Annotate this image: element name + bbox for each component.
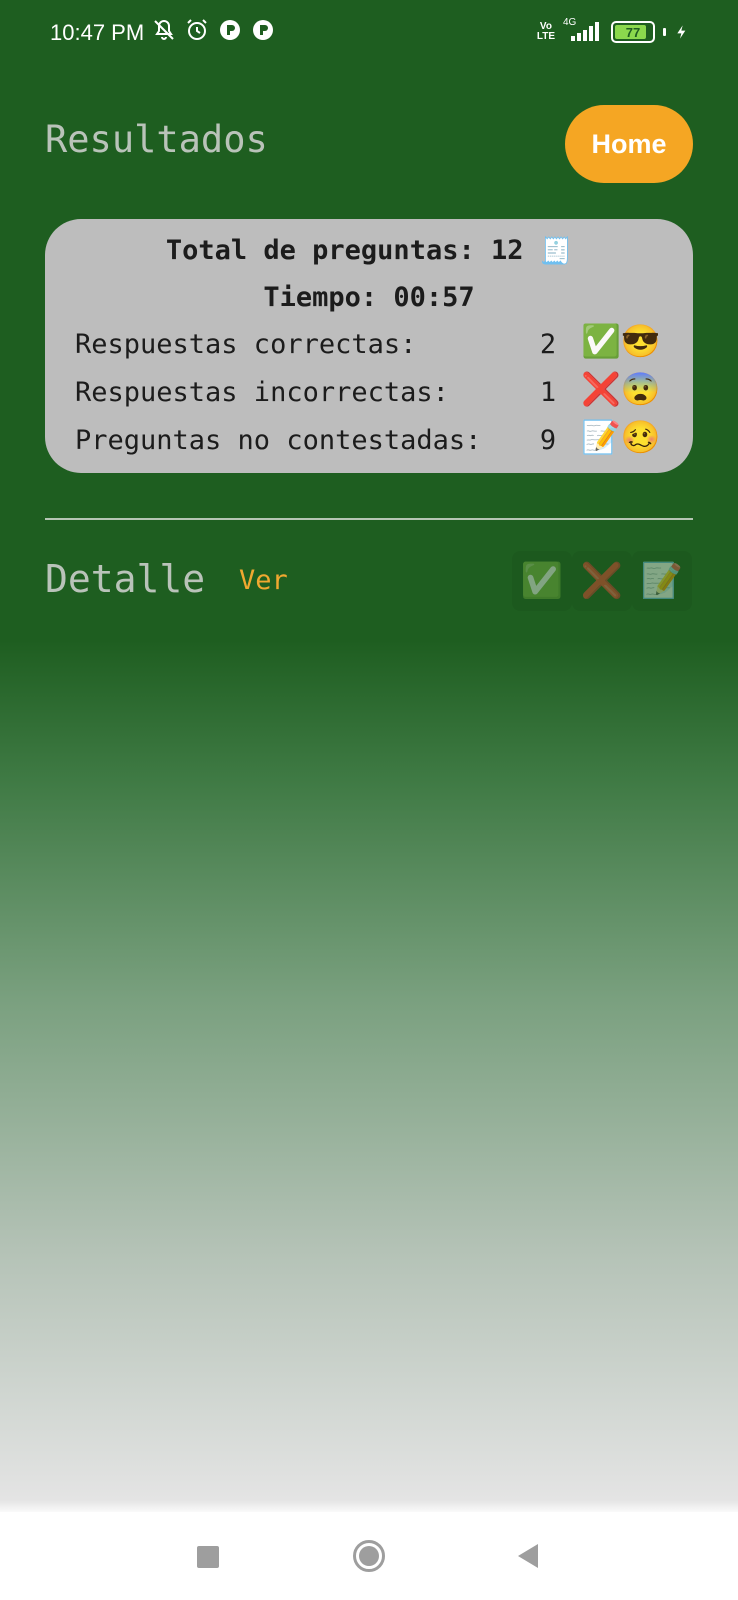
battery-cap bbox=[663, 28, 666, 36]
home-button[interactable]: Home bbox=[565, 105, 693, 183]
app-notification-icon bbox=[220, 20, 240, 40]
view-detail-link[interactable]: Ver bbox=[239, 565, 288, 596]
elapsed-time: Tiempo: 00:57 bbox=[263, 282, 475, 313]
recent-apps-icon[interactable] bbox=[197, 1546, 219, 1568]
total-questions: Total de preguntas: 12 🧾 bbox=[165, 235, 573, 267]
filter-correct-button[interactable]: ✅ bbox=[512, 551, 572, 611]
divider bbox=[45, 518, 693, 520]
correct-label: Respuestas correctas: bbox=[75, 329, 417, 360]
app-notification-icon bbox=[253, 20, 273, 40]
incorrect-icon: ❌😨 bbox=[581, 370, 661, 408]
charging-icon bbox=[677, 25, 686, 39]
mute-icon bbox=[154, 19, 174, 40]
navigation-bar bbox=[0, 1512, 738, 1600]
incorrect-label: Respuestas incorrectas: bbox=[75, 377, 449, 408]
unanswered-label: Preguntas no contestadas: bbox=[75, 425, 482, 456]
volte-indicator: Vo LTE bbox=[536, 21, 555, 42]
signal-icon: 4G bbox=[563, 17, 603, 43]
receipt-icon: 🧾 bbox=[539, 236, 573, 267]
detail-filters: ✅ ❌ 📝 bbox=[512, 551, 692, 611]
status-bar: 10:47 PM Vo LTE 4G 77 bbox=[0, 0, 738, 70]
filter-incorrect-button[interactable]: ❌ bbox=[572, 551, 632, 611]
alarm-icon bbox=[187, 19, 207, 40]
results-summary-card: Total de preguntas: 12 🧾 Tiempo: 00:57 R… bbox=[45, 219, 693, 473]
correct-count: 2 bbox=[539, 329, 557, 360]
unanswered-icon: 📝🥴 bbox=[581, 418, 661, 456]
filter-unanswered-button[interactable]: 📝 bbox=[632, 551, 692, 611]
battery-icon: 77 bbox=[611, 21, 655, 43]
home-nav-icon[interactable] bbox=[353, 1540, 385, 1572]
detail-title: Detalle bbox=[45, 557, 206, 601]
incorrect-count: 1 bbox=[539, 377, 557, 408]
unanswered-count: 9 bbox=[539, 425, 557, 456]
page-title: Resultados bbox=[45, 118, 268, 161]
correct-icon: ✅😎 bbox=[581, 322, 661, 360]
status-time: 10:47 PM bbox=[50, 20, 145, 45]
back-icon[interactable] bbox=[517, 1543, 539, 1569]
